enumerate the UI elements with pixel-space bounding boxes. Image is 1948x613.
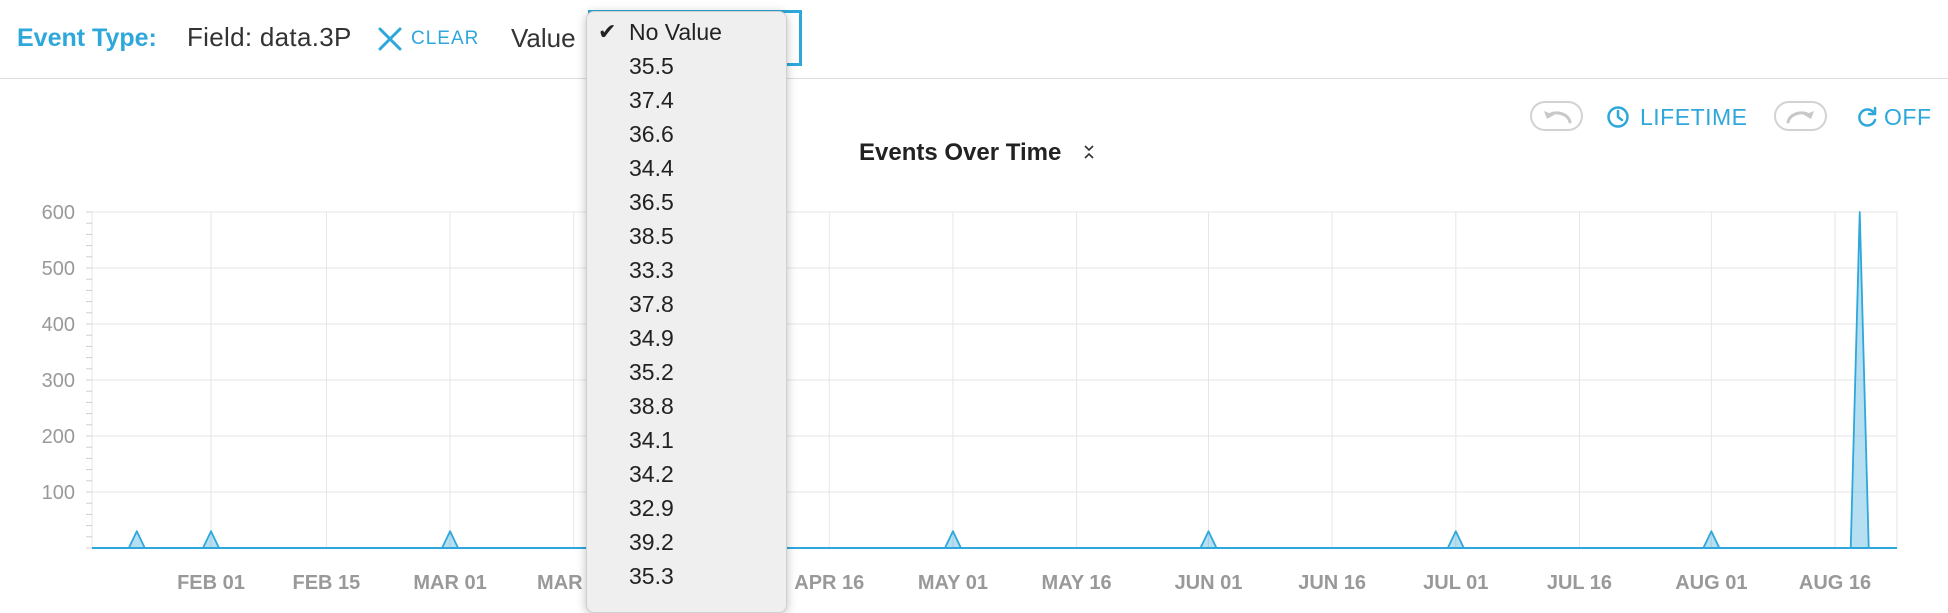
x-tick-label: JUN 01	[1175, 572, 1243, 594]
dropdown-option-label: 34.4	[629, 155, 674, 181]
dropdown-option-label: 32.9	[629, 495, 674, 521]
dropdown-option[interactable]: ✔ No Value	[587, 15, 786, 49]
dropdown-option-label: 35.5	[629, 53, 674, 79]
dropdown-option[interactable]: 36.6	[587, 117, 786, 151]
dropdown-option-label: 36.5	[629, 189, 674, 215]
dropdown-option[interactable]: 33.3	[587, 253, 786, 287]
dropdown-option[interactable]: 37.8	[587, 287, 786, 321]
x-tick-label: FEB 01	[177, 572, 245, 594]
dropdown-option[interactable]: 36.5	[587, 185, 786, 219]
dropdown-option-label: 34.1	[629, 427, 674, 453]
dropdown-option-label: 35.2	[629, 359, 674, 385]
dropdown-option[interactable]: 38.8	[587, 389, 786, 423]
close-icon	[378, 27, 402, 51]
dropdown-option-label: 35.3	[629, 563, 674, 589]
series-spike	[441, 530, 459, 549]
dropdown-option[interactable]: 39.2	[587, 525, 786, 559]
dropdown-option-label: 34.9	[629, 325, 674, 351]
y-tick-label: 100	[42, 482, 75, 504]
x-tick-label: JUL 01	[1423, 572, 1488, 594]
x-tick-label: MAY 16	[1042, 572, 1112, 594]
dropdown-option[interactable]: 37.4	[587, 83, 786, 117]
clear-label: CLEAR	[411, 28, 480, 49]
dropdown-option-label: 37.8	[629, 291, 674, 317]
y-tick-label: 600	[42, 202, 75, 224]
value-dropdown-menu: ✔ No Value 35.5 37.4 36.6 34.4 36.5 38.5 33.3 37.…	[586, 11, 787, 613]
y-tick-label: 400	[42, 314, 75, 336]
y-tick-label: 500	[42, 258, 75, 280]
dropdown-option[interactable]: 35.5	[587, 49, 786, 83]
series-spike	[202, 530, 220, 549]
redo-button[interactable]	[1774, 101, 1827, 131]
undo-button[interactable]	[1530, 101, 1583, 131]
chart-title: Events Over Time	[859, 139, 1062, 166]
series-spike	[127, 530, 146, 549]
dropdown-option[interactable]: 32.9	[587, 491, 786, 525]
events-over-time-chart: 100200300400500600FEB 01 FEB 15 MAR 01 MAR …	[42, 202, 1898, 594]
checkmark-icon: ✔	[598, 19, 617, 44]
dropdown-option[interactable]: 38.5	[587, 219, 786, 253]
x-tick-label: JUN 16	[1298, 572, 1366, 594]
dropdown-option[interactable]: 35.3	[587, 559, 786, 593]
undo-icon	[1543, 111, 1571, 124]
y-tick-label: 300	[42, 370, 75, 392]
dropdown-option[interactable]: 34.9	[587, 321, 786, 355]
y-tick-label: 200	[42, 426, 75, 448]
x-tick-label: JUL 16	[1547, 572, 1612, 594]
dropdown-option-label: 34.2	[629, 461, 674, 487]
x-tick-label: MAR 01	[413, 572, 486, 594]
refresh-icon	[1858, 106, 1877, 127]
series-spike	[944, 530, 962, 549]
event-type-label: Event Type:	[17, 24, 157, 52]
x-tick-label: MAY 01	[918, 572, 988, 594]
dropdown-option-label: 38.5	[629, 223, 674, 249]
x-tick-label: FEB 15	[293, 572, 361, 594]
series-spike	[1702, 530, 1721, 549]
clock-icon	[1607, 106, 1629, 128]
dropdown-option-label: 39.2	[629, 529, 674, 555]
dropdown-option-label: 37.4	[629, 87, 674, 113]
clear-button[interactable]: CLEAR	[377, 24, 479, 54]
dropdown-option-label: 33.3	[629, 257, 674, 283]
dropdown-option[interactable]: 34.4	[587, 151, 786, 185]
field-label: Field: data.3P	[187, 22, 352, 52]
dropdown-option[interactable]: 34.1	[587, 423, 786, 457]
filter-bar: Event Type: Field: data.3P CLEAR Value	[0, 0, 1948, 79]
auto-refresh-button[interactable]: OFF	[1856, 102, 1932, 132]
refresh-label: OFF	[1884, 103, 1932, 130]
lifetime-button[interactable]: LIFETIME	[1606, 102, 1748, 132]
chart-sort-icon[interactable]	[1084, 143, 1094, 161]
value-label: Value	[511, 23, 576, 53]
x-tick-label: APR 16	[794, 572, 864, 594]
series-spike	[1446, 530, 1465, 549]
dropdown-option[interactable]: 35.2	[587, 355, 786, 389]
dropdown-option-label: 38.8	[629, 393, 674, 419]
dropdown-option-label: 36.6	[629, 121, 674, 147]
series-spike	[1199, 530, 1218, 549]
dropdown-options: ✔ No Value 35.5 37.4 36.6 34.4 36.5 38.5 33.3 37.…	[587, 12, 786, 593]
x-tick-label: AUG 01	[1675, 572, 1747, 594]
dropdown-option[interactable]: 34.2	[587, 457, 786, 491]
redo-icon	[1786, 111, 1814, 124]
dropdown-option-label: No Value	[629, 19, 722, 45]
x-tick-label: AUG 16	[1799, 572, 1871, 594]
lifetime-label: LIFETIME	[1640, 103, 1748, 130]
